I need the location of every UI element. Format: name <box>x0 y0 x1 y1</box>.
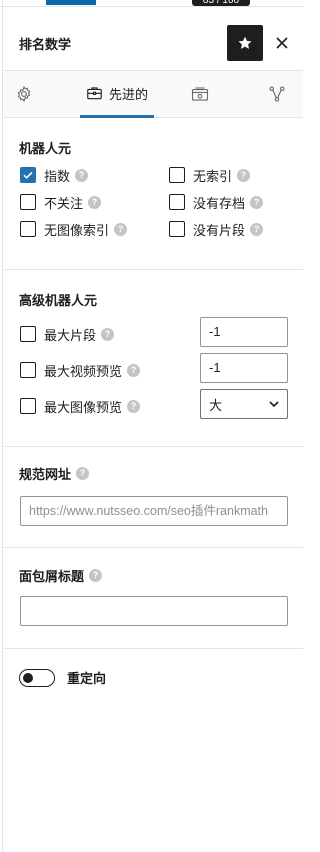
help-icon[interactable]: ? <box>237 168 251 182</box>
checkbox-index[interactable]: 指数 ? <box>20 165 89 185</box>
tab-advanced[interactable]: 先进的 <box>80 71 154 118</box>
checkbox-max-video-preview[interactable]: 最大视频预览 ? <box>20 360 141 380</box>
help-icon[interactable]: ? <box>76 466 90 480</box>
breadcrumb-title-label: 面包屑标题 <box>19 568 85 584</box>
canonical-url-input[interactable]: https://www.nutsseo.com/seo插件rankmath <box>20 496 288 526</box>
canonical-url-heading: 规范网址 ? <box>19 463 90 483</box>
advanced-robots-title: 高级机器人元 <box>19 293 98 308</box>
sidebar-panel: 83 / 100 排名数学 先进的 机器人元 指数 ? 无索引 ? 不关注 ? … <box>0 0 303 852</box>
breadcrumb-title-input[interactable] <box>20 596 288 626</box>
checkbox-nosnippet-box[interactable] <box>169 221 185 237</box>
canonical-url-title: 规范网址 <box>19 466 72 482</box>
help-icon[interactable]: ? <box>101 327 115 341</box>
checkbox-nofollow-box[interactable] <box>20 194 36 210</box>
help-icon[interactable]: ? <box>127 399 141 413</box>
checkbox-noimageindex-label: 无图像索引 <box>44 222 110 238</box>
tab-bar: 先进的 <box>4 70 303 118</box>
checkbox-max-video-preview-box[interactable] <box>20 362 36 378</box>
checkbox-noindex[interactable]: 无索引 ? <box>169 165 251 185</box>
help-icon[interactable]: ? <box>250 195 264 209</box>
max-image-preview-select[interactable]: 大 <box>200 389 288 419</box>
max-snippet-input[interactable]: -1 <box>200 317 288 347</box>
top-strip: 83 / 100 <box>0 0 303 7</box>
checkbox-noarchive-label: 没有存档 <box>193 195 246 211</box>
social-card-icon <box>191 87 209 101</box>
tab-advanced-label: 先进的 <box>108 86 148 102</box>
max-video-preview-label: 最大视频预览 <box>44 363 123 379</box>
checkbox-max-image-preview[interactable]: 最大图像预览 ? <box>20 396 141 416</box>
checkbox-noarchive[interactable]: 没有存档 ? <box>169 192 264 212</box>
max-video-preview-input[interactable]: -1 <box>200 353 288 383</box>
schema-icon <box>269 86 285 102</box>
canonical-url-section: 规范网址 ? https://www.nutsseo.com/seo插件rank… <box>4 447 303 548</box>
checkmark-icon <box>23 171 33 179</box>
chevron-down-icon <box>269 401 279 408</box>
checkbox-index-label: 指数 <box>44 168 71 184</box>
gear-icon <box>17 85 31 103</box>
tab-social[interactable] <box>184 71 216 117</box>
panel-header: 排名数学 <box>4 7 303 63</box>
checkbox-noimageindex[interactable]: 无图像索引 ? <box>20 219 128 239</box>
advanced-robots-section: 高级机器人元 最大片段 ? -1 最大视频预览 ? -1 最大图像预览 ? 大 <box>4 270 303 447</box>
checkbox-nofollow[interactable]: 不关注 ? <box>20 192 102 212</box>
briefcase-icon <box>87 87 102 100</box>
help-icon[interactable]: ? <box>75 168 89 182</box>
breadcrumb-title-heading: 面包屑标题 ? <box>19 565 103 585</box>
checkbox-noarchive-box[interactable] <box>169 194 185 210</box>
help-icon[interactable]: ? <box>250 222 264 236</box>
help-icon[interactable]: ? <box>89 568 103 582</box>
redirect-toggle[interactable] <box>19 668 55 687</box>
max-snippet-label: 最大片段 <box>44 327 97 343</box>
breadcrumb-title-section: 面包屑标题 ? <box>4 548 303 649</box>
help-icon[interactable]: ? <box>114 222 128 236</box>
max-image-preview-value: 大 <box>209 397 223 413</box>
checkbox-noimageindex-box[interactable] <box>20 221 36 237</box>
panel-left-edge <box>0 0 3 852</box>
help-icon[interactable]: ? <box>127 363 141 377</box>
checkbox-max-image-preview-box[interactable] <box>20 398 36 414</box>
top-strip-blue-bar <box>46 0 96 5</box>
checkbox-noindex-label: 无索引 <box>193 168 233 184</box>
redirect-row: 重定向 <box>19 668 106 687</box>
max-image-preview-label: 最大图像预览 <box>44 399 123 415</box>
checkbox-nosnippet-label: 没有片段 <box>193 222 246 238</box>
star-button[interactable] <box>227 25 263 61</box>
close-button[interactable] <box>271 31 293 55</box>
toggle-knob <box>23 672 33 683</box>
checkbox-index-box[interactable] <box>20 167 36 183</box>
tab-general[interactable] <box>4 71 44 117</box>
checkbox-nosnippet[interactable]: 没有片段 ? <box>169 219 264 239</box>
checkbox-max-snippet[interactable]: 最大片段 ? <box>20 324 115 344</box>
tab-schema[interactable] <box>262 71 292 117</box>
star-icon <box>238 36 252 49</box>
close-icon <box>276 37 288 49</box>
checkbox-max-snippet-box[interactable] <box>20 326 36 342</box>
checkbox-noindex-box[interactable] <box>169 167 185 183</box>
panel-title: 排名数学 <box>19 37 72 52</box>
checkbox-nofollow-label: 不关注 <box>44 195 84 211</box>
help-icon[interactable]: ? <box>88 195 102 209</box>
redirect-label: 重定向 <box>67 671 107 686</box>
robots-meta-title: 机器人元 <box>19 141 72 156</box>
robots-meta-section: 机器人元 指数 ? 无索引 ? 不关注 ? 没有存档 ? 无图像索引 ? 没有片… <box>4 118 303 270</box>
